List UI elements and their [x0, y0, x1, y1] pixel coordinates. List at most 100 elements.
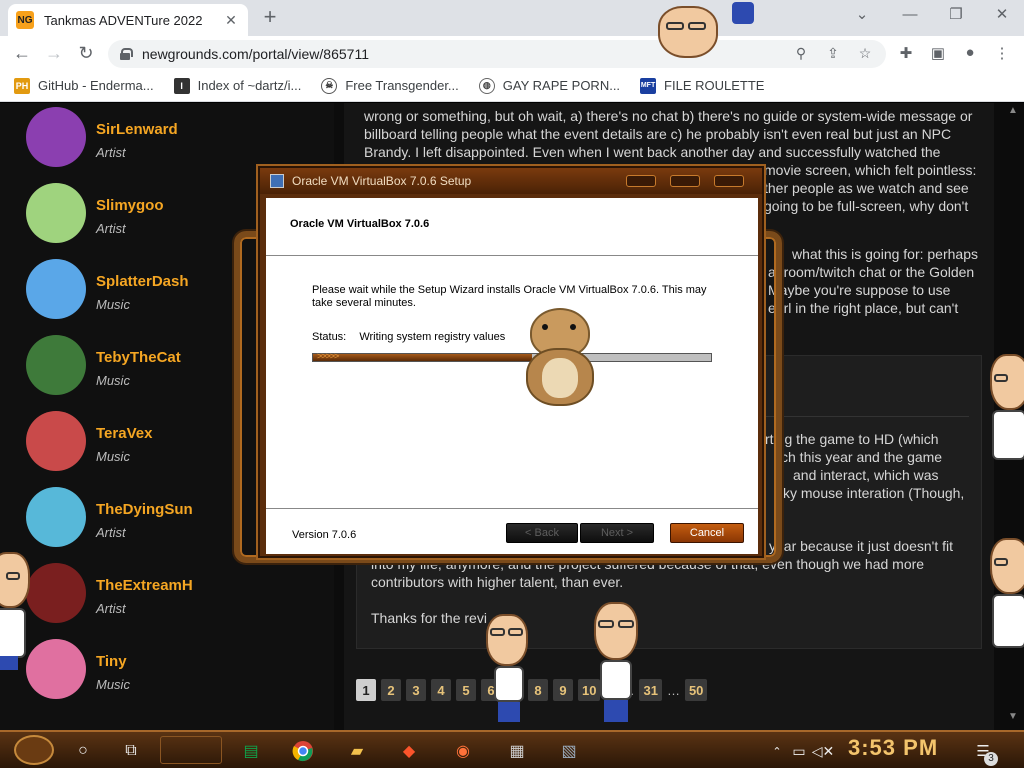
- artist-entry[interactable]: TheExtreamH Artist: [26, 563, 326, 627]
- volume-muted-icon[interactable]: ◁✕: [810, 738, 836, 764]
- avatar[interactable]: [26, 259, 86, 319]
- artist-name[interactable]: TheExtreamH: [96, 577, 193, 594]
- start-button-icon[interactable]: [14, 735, 54, 765]
- page-button[interactable]: 31: [639, 679, 662, 701]
- extensions-icon[interactable]: ✚: [896, 44, 916, 64]
- artist-role: Music: [96, 373, 130, 388]
- virtualbox-icon: [270, 174, 284, 188]
- bookmark-item[interactable]: PH GitHub - Enderma...: [14, 77, 154, 94]
- taskbar-search-box[interactable]: [160, 736, 222, 764]
- artist-role: Artist: [96, 601, 126, 616]
- lock-icon[interactable]: [120, 48, 133, 60]
- setup-titlebar[interactable]: Oracle VM VirtualBox 7.0.6 Setup: [260, 168, 762, 194]
- response-line: ky mouse interation (Though,: [783, 485, 965, 501]
- bookmark-item[interactable]: I Index of ~dartz/i...: [173, 77, 301, 94]
- status-label: Status:: [312, 331, 347, 343]
- browser-tab[interactable]: NG Tankmas ADVENTure 2022 ✕: [8, 4, 248, 36]
- page-button[interactable]: 4: [431, 679, 451, 701]
- page-button[interactable]: 50: [684, 679, 708, 701]
- address-bar[interactable]: newgrounds.com/portal/view/865711 ⚲ ⇪ ☆: [108, 40, 886, 68]
- page-button[interactable]: 3: [406, 679, 426, 701]
- avatar[interactable]: [26, 107, 86, 167]
- review-line: billboard telling people what the event …: [364, 126, 952, 142]
- scroll-down-icon[interactable]: ▼: [1007, 711, 1019, 722]
- review-line: Maybe you're suppose to use: [768, 282, 951, 298]
- file-explorer-icon[interactable]: ▰: [344, 738, 370, 764]
- artist-role: Music: [96, 677, 130, 692]
- setup-window-title: Oracle VM VirtualBox 7.0.6 Setup: [292, 174, 472, 188]
- tab-title: Tankmas ADVENTure 2022: [44, 12, 203, 28]
- close-icon[interactable]: [714, 175, 744, 187]
- artist-name[interactable]: SirLenward: [96, 121, 178, 138]
- artist-name[interactable]: TeraVex: [96, 425, 152, 442]
- forward-arrow-icon[interactable]: →: [42, 41, 66, 65]
- back-button[interactable]: < Back: [506, 523, 578, 543]
- avatar[interactable]: [26, 411, 86, 471]
- next-button[interactable]: Next >: [580, 523, 654, 543]
- hank-hill-sticker: [482, 614, 534, 726]
- side-panel-icon[interactable]: ▣: [928, 44, 948, 64]
- reload-icon[interactable]: ↻: [74, 41, 98, 65]
- avatar[interactable]: [26, 487, 86, 547]
- globe-icon: ◍: [478, 77, 495, 94]
- bookmark-item[interactable]: ◍ GAY RAPE PORN...: [478, 77, 620, 94]
- artist-entry[interactable]: Tiny Music: [26, 639, 326, 703]
- artist-name[interactable]: TheDyingSun: [96, 501, 193, 518]
- page-button[interactable]: 5: [456, 679, 476, 701]
- review-line: earl in the right place, but can't: [768, 300, 959, 316]
- cancel-button[interactable]: Cancel: [670, 523, 744, 543]
- review-line: ther people as we watch and see: [764, 180, 969, 196]
- virtualbox-installer-icon[interactable]: ▧: [556, 738, 582, 764]
- task-view-icon[interactable]: ⧉: [118, 738, 144, 764]
- bookmark-item[interactable]: ☠ Free Transgender...: [321, 77, 459, 94]
- artist-name[interactable]: SplatterDash: [96, 273, 189, 290]
- chrome-icon[interactable]: [290, 738, 316, 764]
- tab-search-chevron-icon[interactable]: ⌄: [840, 4, 884, 28]
- artist-role: Artist: [96, 221, 126, 236]
- artist-role: Artist: [96, 145, 126, 160]
- taskbar-clock[interactable]: 3:53 PM: [848, 735, 938, 761]
- setup-status: Status: Writing system registry values: [312, 331, 505, 343]
- brave-icon[interactable]: ◆: [396, 738, 422, 764]
- minimize-icon[interactable]: [626, 175, 656, 187]
- hamster-sticker: [520, 308, 600, 408]
- bookmark-label: Free Transgender...: [345, 78, 459, 93]
- artist-entry[interactable]: SirLenward Artist: [26, 107, 326, 171]
- page-button[interactable]: 1: [356, 679, 376, 701]
- page-button[interactable]: 9: [553, 679, 573, 701]
- avatar[interactable]: [26, 183, 86, 243]
- bookmark-item[interactable]: MFT FILE ROULETTE: [640, 77, 765, 94]
- back-arrow-icon[interactable]: ←: [10, 41, 34, 65]
- response-line: Thanks for the revi: [371, 610, 487, 626]
- tab-close-icon[interactable]: ✕: [222, 12, 240, 29]
- scroll-up-icon[interactable]: ▲: [1007, 105, 1019, 116]
- artist-name[interactable]: TebyTheCat: [96, 349, 181, 366]
- bookmark-label: GitHub - Enderma...: [38, 78, 154, 93]
- maximize-icon[interactable]: [670, 175, 700, 187]
- page-button[interactable]: 2: [381, 679, 401, 701]
- share-icon[interactable]: ⇪: [824, 45, 842, 63]
- avatar[interactable]: [26, 335, 86, 395]
- notification-count-badge: 3: [984, 752, 998, 766]
- profile-avatar-icon[interactable]: ●: [960, 44, 980, 64]
- browser-tab-strip: NG Tankmas ADVENTure 2022 ✕ + ⌄ — ❐ ✕: [0, 0, 1024, 36]
- network-icon[interactable]: ▭: [786, 738, 812, 764]
- restore-icon[interactable]: ❐: [934, 4, 978, 28]
- bookmark-label: FILE ROULETTE: [664, 78, 765, 93]
- menu-kebab-icon[interactable]: ⋮: [992, 44, 1012, 64]
- firefox-icon[interactable]: ◉: [450, 738, 476, 764]
- search-icon[interactable]: ⚲: [792, 45, 810, 63]
- app-icon[interactable]: ▦: [504, 738, 530, 764]
- review-line: what this is going for: perhaps: [792, 246, 978, 262]
- artist-role: Music: [96, 449, 130, 464]
- sheets-icon[interactable]: ▤: [238, 738, 264, 764]
- setup-heading: Oracle VM VirtualBox 7.0.6: [290, 218, 430, 230]
- response-line: year because it just doesn't fit: [769, 538, 953, 554]
- artist-name[interactable]: Slimygoo: [96, 197, 164, 214]
- search-circle-icon[interactable]: ○: [70, 738, 96, 764]
- close-window-icon[interactable]: ✕: [980, 4, 1024, 28]
- artist-name[interactable]: Tiny: [96, 653, 127, 670]
- new-tab-icon[interactable]: +: [258, 6, 282, 30]
- bookmark-star-icon[interactable]: ☆: [856, 45, 874, 63]
- minimize-icon[interactable]: —: [888, 4, 932, 28]
